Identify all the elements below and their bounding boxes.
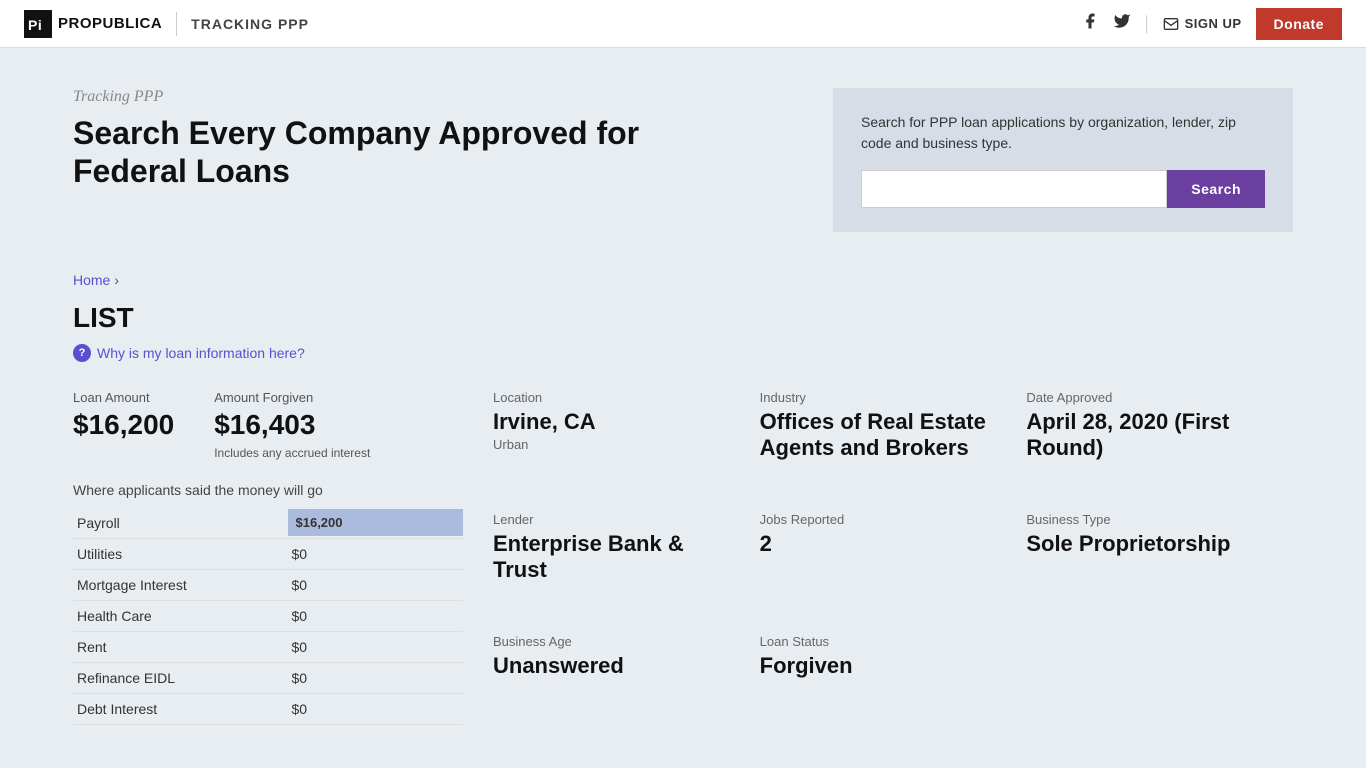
question-icon: ? [73,344,91,362]
breadcrumb: Home › [73,272,1293,290]
header-left: Pi PROPUBLICA TRACKING PPP [24,10,309,38]
loan-status-label: Loan Status [760,634,1007,649]
loan-amount-value: $16,200 [73,409,174,441]
business-age-label: Business Age [493,634,740,649]
allocation-label: Refinance EIDL [73,662,288,693]
loan-forgiven-note: Includes any accrued interest [214,445,370,462]
hero-section: Tracking PPP Search Every Company Approv… [73,88,833,191]
allocation-tbody: Payroll$16,200Utilities$0Mortgage Intere… [73,508,463,725]
allocation-label: Health Care [73,600,288,631]
allocation-label: Utilities [73,538,288,569]
search-row: Search [861,170,1265,208]
allocation-row: Health Care$0 [73,600,463,631]
propublica-wordmark: PROPUBLICA [58,15,162,32]
allocation-value: $0 [288,538,464,569]
info-lender: Lender Enterprise Bank & Trust [493,492,760,614]
list-heading: LIST [73,302,1293,334]
info-date: Date Approved April 28, 2020 (First Roun… [1026,390,1293,492]
info-business-type: Business Type Sole Proprietorship [1026,492,1293,614]
header-right: | SIGN UP Donate [1081,8,1342,40]
allocation-row: Utilities$0 [73,538,463,569]
location-sub: Urban [493,437,740,452]
content-grid: Loan Amount $16,200 Amount Forgiven $16,… [73,390,1293,725]
donate-button[interactable]: Donate [1256,8,1342,40]
allocation-value: $0 [288,569,464,600]
signup-link[interactable]: SIGN UP [1163,16,1242,32]
info-location: Location Irvine, CA Urban [493,390,760,492]
facebook-icon [1081,12,1099,30]
twitter-icon [1113,12,1131,30]
business-age-value: Unanswered [493,653,740,679]
facebook-link[interactable] [1081,12,1099,35]
allocation-value: $0 [288,662,464,693]
email-icon [1163,16,1179,32]
right-panel: Location Irvine, CA Urban Industry Offic… [493,390,1293,725]
hero-subtitle: Tracking PPP [73,88,793,106]
allocation-value: $0 [288,631,464,662]
header: Pi PROPUBLICA TRACKING PPP | SIGN UP Don… [0,0,1366,48]
hero-title: Search Every Company Approved for Federa… [73,114,793,191]
jobs-value: 2 [760,531,1007,557]
info-loan-status: Loan Status Forgiven [760,614,1027,709]
allocation-value: $0 [288,693,464,724]
allocation-label: Mortgage Interest [73,569,288,600]
svg-text:Pi: Pi [28,17,42,33]
lender-value: Enterprise Bank & Trust [493,531,740,584]
loan-amounts: Loan Amount $16,200 Amount Forgiven $16,… [73,390,463,462]
header-tracking-label: TRACKING PPP [191,16,309,32]
info-industry: Industry Offices of Real Estate Agents a… [760,390,1027,492]
allocation-row: Payroll$16,200 [73,508,463,539]
jobs-label: Jobs Reported [760,512,1007,527]
industry-label: Industry [760,390,1007,405]
allocation-label: Debt Interest [73,693,288,724]
breadcrumb-arrow: › [114,272,119,288]
industry-value: Offices of Real Estate Agents and Broker… [760,409,1007,462]
header-divider [176,12,177,36]
loan-amount-label: Loan Amount [73,390,174,405]
search-input[interactable] [861,170,1167,208]
info-empty [1026,614,1293,709]
payroll-bar: $16,200 [288,509,464,536]
loan-forgiven-section: Amount Forgiven $16,403 Includes any acc… [214,390,370,462]
left-panel: Loan Amount $16,200 Amount Forgiven $16,… [73,390,493,725]
why-loan-row: ? Why is my loan information here? [73,344,1293,362]
top-section: Tracking PPP Search Every Company Approv… [73,88,1293,232]
info-grid: Location Irvine, CA Urban Industry Offic… [493,390,1293,709]
allocation-row: Refinance EIDL$0 [73,662,463,693]
loan-amount-section: Loan Amount $16,200 [73,390,174,462]
breadcrumb-home-link[interactable]: Home [73,272,110,288]
allocation-row: Mortgage Interest$0 [73,569,463,600]
business-type-label: Business Type [1026,512,1273,527]
search-description: Search for PPP loan applications by orga… [861,112,1265,154]
info-business-age: Business Age Unanswered [493,614,760,709]
header-logo: Pi PROPUBLICA [24,10,162,38]
allocation-table: Payroll$16,200Utilities$0Mortgage Intere… [73,508,463,725]
lender-label: Lender [493,512,740,527]
loan-forgiven-label: Amount Forgiven [214,390,370,405]
main-content: Tracking PPP Search Every Company Approv… [33,48,1333,765]
location-label: Location [493,390,740,405]
business-type-value: Sole Proprietorship [1026,531,1273,557]
info-jobs: Jobs Reported 2 [760,492,1027,614]
allocation-heading: Where applicants said the money will go [73,482,463,498]
allocation-value: $0 [288,600,464,631]
date-value: April 28, 2020 (First Round) [1026,409,1273,462]
loan-status-value: Forgiven [760,653,1007,679]
signup-label: SIGN UP [1185,16,1242,31]
twitter-link[interactable] [1113,12,1131,35]
propublica-logo-icon: Pi [24,10,52,38]
date-label: Date Approved [1026,390,1273,405]
search-button[interactable]: Search [1167,170,1265,208]
allocation-label: Rent [73,631,288,662]
allocation-label: Payroll [73,508,288,539]
why-loan-link[interactable]: Why is my loan information here? [97,345,305,361]
allocation-row: Rent$0 [73,631,463,662]
allocation-value: $16,200 [288,508,464,539]
header-pipe: | [1145,12,1149,35]
allocation-row: Debt Interest$0 [73,693,463,724]
search-box: Search for PPP loan applications by orga… [833,88,1293,232]
location-value: Irvine, CA [493,409,740,435]
loan-forgiven-value: $16,403 [214,409,370,441]
